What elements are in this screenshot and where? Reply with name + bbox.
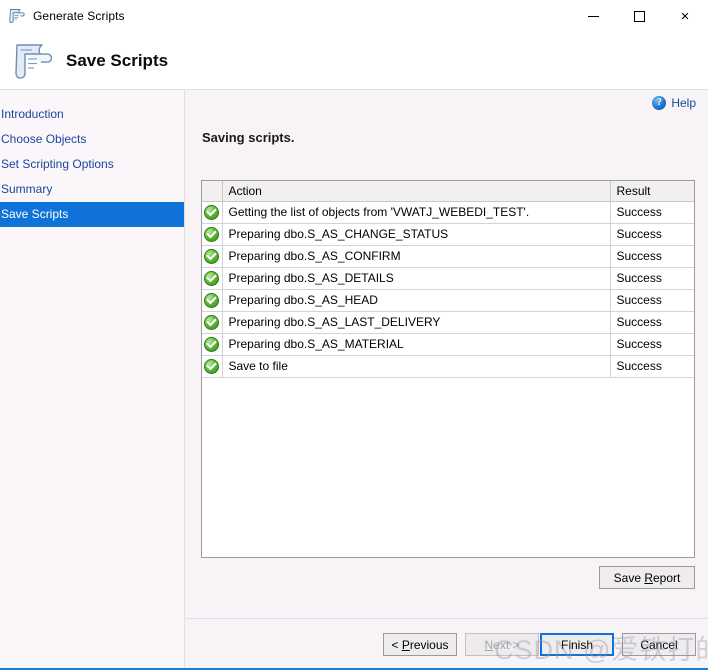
finish-button[interactable]: Finish: [540, 633, 614, 656]
success-check-icon: [204, 270, 220, 286]
script-scroll-icon: [7, 7, 25, 25]
row-result-cell: Success: [610, 355, 694, 378]
help-icon: ?: [652, 96, 667, 110]
finish-label: Finish: [560, 637, 593, 652]
sidebar-item-label: Save Scripts: [1, 207, 69, 221]
row-status-cell: [202, 201, 223, 224]
save-report-button[interactable]: Save Report: [599, 566, 695, 589]
row-result-cell: Success: [610, 267, 694, 290]
sidebar-item-label: Set Scripting Options: [1, 157, 114, 171]
column-header-status: [202, 181, 223, 202]
close-button[interactable]: ×: [662, 0, 708, 32]
sidebar-item-choose-objects[interactable]: Choose Objects: [0, 127, 184, 152]
row-action-cell: Save to file: [222, 355, 611, 378]
table-row[interactable]: Preparing dbo.S_AS_CHANGE_STATUS Success: [202, 223, 694, 246]
row-action-cell: Preparing dbo.S_AS_DETAILS: [222, 267, 611, 290]
script-scroll-large-icon: [10, 39, 53, 83]
previous-button[interactable]: < Previous: [383, 633, 457, 656]
success-check-icon: [204, 314, 220, 330]
wizard-sidebar: Introduction Choose Objects Set Scriptin…: [0, 89, 185, 668]
maximize-button[interactable]: [616, 0, 662, 32]
row-status-cell: [202, 267, 223, 290]
row-action-cell: Preparing dbo.S_AS_HEAD: [222, 289, 611, 312]
cancel-button[interactable]: Cancel: [622, 633, 696, 656]
cancel-label: Cancel: [640, 637, 678, 652]
help-link[interactable]: ? Help: [652, 96, 696, 110]
sidebar-item-save-scripts[interactable]: Save Scripts: [0, 202, 184, 227]
window-controls: ×: [570, 0, 708, 32]
sidebar-item-set-scripting-options[interactable]: Set Scripting Options: [0, 152, 184, 177]
window-title: Generate Scripts: [33, 9, 125, 23]
sidebar-item-label: Summary: [1, 182, 53, 196]
minimize-button[interactable]: [570, 0, 616, 32]
results-table: Action Result Getting the list of object…: [202, 181, 694, 378]
table-row[interactable]: Preparing dbo.S_AS_DETAILS Success: [202, 267, 694, 290]
row-result-cell: Success: [610, 223, 694, 246]
main-panel: ? Help Saving scripts. Action Result Get…: [186, 89, 708, 668]
minimize-icon: [587, 15, 599, 17]
table-row[interactable]: Getting the list of objects from 'VWATJ_…: [202, 201, 694, 224]
success-check-icon: [204, 336, 220, 352]
previous-label: < Previous: [391, 637, 449, 652]
row-result-cell: Success: [610, 311, 694, 334]
table-row[interactable]: Preparing dbo.S_AS_CONFIRM Success: [202, 245, 694, 268]
row-action-cell: Preparing dbo.S_AS_CHANGE_STATUS: [222, 223, 611, 246]
success-check-icon: [204, 358, 220, 374]
success-check-icon: [204, 204, 220, 220]
column-header-result: Result: [610, 181, 694, 202]
wizard-footer: < Previous Next > Finish Cancel: [186, 619, 708, 668]
generate-scripts-window: Generate Scripts × Save Scripts Introduc…: [0, 0, 708, 670]
row-status-cell: [202, 289, 223, 312]
help-label: Help: [671, 96, 696, 110]
table-row[interactable]: Save to file Success: [202, 355, 694, 378]
next-button: Next >: [465, 633, 539, 656]
close-icon: ×: [680, 7, 690, 25]
row-result-cell: Success: [610, 289, 694, 312]
sidebar-item-label: Choose Objects: [1, 132, 87, 146]
success-check-icon: [204, 292, 220, 308]
maximize-icon: [633, 10, 645, 22]
column-header-action: Action: [222, 181, 611, 202]
row-result-cell: Success: [610, 333, 694, 356]
next-label: Next >: [484, 637, 520, 652]
section-title: Saving scripts.: [202, 130, 295, 145]
sidebar-item-label: Introduction: [1, 107, 64, 121]
save-report-label: Save Report: [613, 570, 681, 585]
page-title: Save Scripts: [66, 50, 169, 70]
row-status-cell: [202, 333, 223, 356]
table-row[interactable]: Preparing dbo.S_AS_LAST_DELIVERY Success: [202, 311, 694, 334]
row-status-cell: [202, 223, 223, 246]
row-action-cell: Preparing dbo.S_AS_CONFIRM: [222, 245, 611, 268]
row-action-cell: Getting the list of objects from 'VWATJ_…: [222, 201, 611, 224]
results-grid: Action Result Getting the list of object…: [201, 180, 695, 558]
page-banner: Save Scripts: [0, 32, 708, 89]
sidebar-item-introduction[interactable]: Introduction: [0, 102, 184, 127]
row-status-cell: [202, 355, 223, 378]
table-header-row: Action Result: [202, 181, 694, 202]
row-result-cell: Success: [610, 201, 694, 224]
success-check-icon: [204, 226, 220, 242]
row-action-cell: Preparing dbo.S_AS_LAST_DELIVERY: [222, 311, 611, 334]
table-row[interactable]: Preparing dbo.S_AS_MATERIAL Success: [202, 333, 694, 356]
row-status-cell: [202, 245, 223, 268]
table-row[interactable]: Preparing dbo.S_AS_HEAD Success: [202, 289, 694, 312]
row-status-cell: [202, 311, 223, 334]
success-check-icon: [204, 248, 220, 264]
row-action-cell: Preparing dbo.S_AS_MATERIAL: [222, 333, 611, 356]
title-bar: Generate Scripts ×: [0, 0, 708, 32]
row-result-cell: Success: [610, 245, 694, 268]
sidebar-item-summary[interactable]: Summary: [0, 177, 184, 202]
